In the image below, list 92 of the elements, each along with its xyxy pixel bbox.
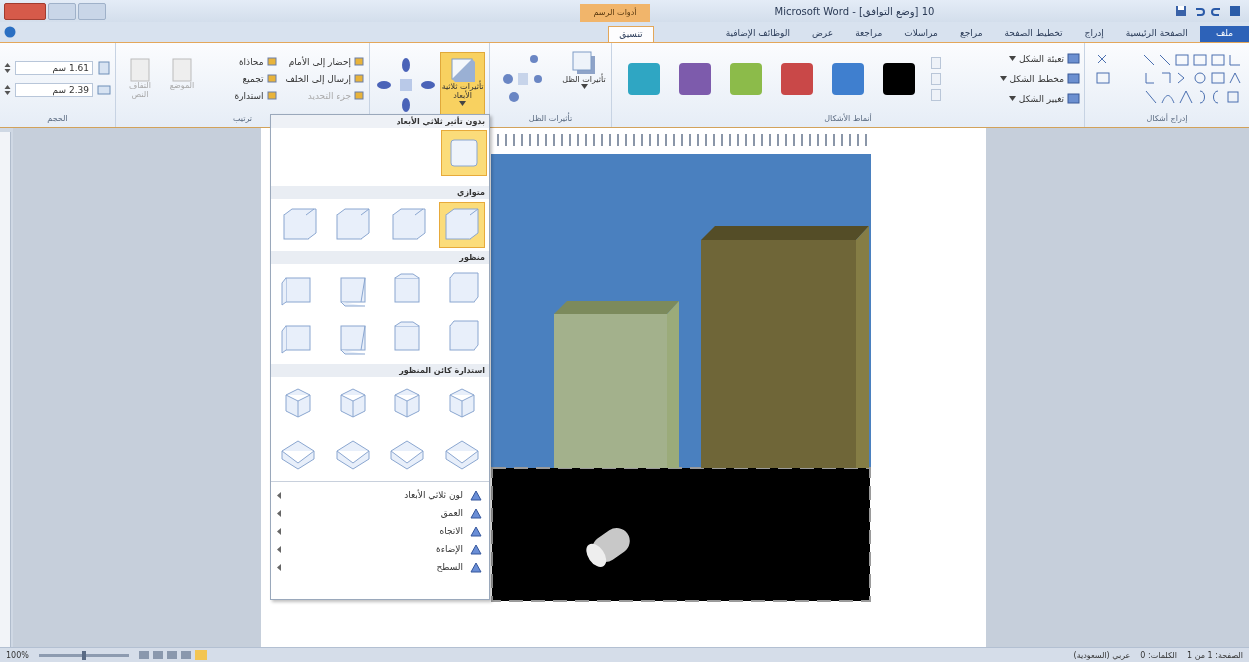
group-label: إدراج أشكال xyxy=(1145,114,1189,125)
menu-item[interactable]: لون ثلاثي الأبعاد xyxy=(271,486,489,504)
ribbon-tab[interactable]: تنسيق xyxy=(608,26,654,42)
gallery-section-heading: متوازي xyxy=(271,186,489,199)
gallery-scroll-buttons[interactable] xyxy=(931,56,941,101)
shape-icon xyxy=(1067,92,1080,105)
caret-icon xyxy=(459,100,467,106)
ribbon-command[interactable]: محاذاة xyxy=(234,56,278,67)
arrange-icon xyxy=(266,90,278,101)
page-icon xyxy=(129,57,151,82)
menu-item[interactable]: الإضاءة xyxy=(271,540,489,558)
flat-square-icon xyxy=(448,137,480,169)
status-text: الصفحة: 1 من 1 xyxy=(1187,650,1243,660)
ribbon-tab[interactable]: مراجعة xyxy=(845,26,893,42)
submenu-arrow-icon xyxy=(277,563,281,571)
spin-arrows-icon[interactable] xyxy=(4,61,11,74)
group-label: ترتيب xyxy=(231,114,254,125)
arrange-icon xyxy=(266,73,278,84)
undo-icon[interactable] xyxy=(1193,5,1205,17)
zoom-slider-thumb[interactable] xyxy=(81,650,86,660)
spin-arrows-icon[interactable] xyxy=(4,83,11,96)
triangle-icon xyxy=(469,542,483,556)
save-icon[interactable] xyxy=(1175,5,1187,17)
height-icon xyxy=(97,60,111,75)
minimize-button[interactable] xyxy=(78,2,106,20)
shape-style-swatch[interactable] xyxy=(781,62,813,95)
caret-icon xyxy=(999,76,1007,81)
redo-icon[interactable] xyxy=(1211,5,1223,17)
shape-style-swatch[interactable] xyxy=(628,62,660,95)
width-field[interactable]: 2.39 سم xyxy=(15,82,93,97)
submenu-arrow-icon xyxy=(277,491,281,499)
arrange-icon xyxy=(354,73,365,84)
triangle-icon xyxy=(469,524,483,538)
view-buttons-icon[interactable] xyxy=(138,650,209,660)
word-logo-icon xyxy=(1229,5,1241,17)
status-text: عربي (السعودية) xyxy=(1073,650,1131,660)
submenu-arrow-icon xyxy=(277,527,281,535)
gallery-section-heading: استدارة كائن المنظور xyxy=(271,364,489,377)
menu-item[interactable]: السطح xyxy=(271,558,489,576)
no-effect-option[interactable] xyxy=(441,130,487,176)
ribbon-tab[interactable]: ملف xyxy=(1199,26,1249,42)
group-label: أنماط الأشكال xyxy=(823,114,873,125)
triangle-icon xyxy=(469,506,483,520)
ribbon-tab[interactable]: الوظائف الإضافية xyxy=(715,26,800,42)
submenu-arrow-icon xyxy=(277,509,281,517)
menu-item[interactable]: الاتجاه xyxy=(271,522,489,540)
height-field[interactable]: 1.61 سم xyxy=(15,60,93,75)
maximize-button[interactable] xyxy=(48,2,76,20)
ribbon-command[interactable]: مخطط الشكل xyxy=(945,72,1080,85)
shape-style-swatch[interactable] xyxy=(832,62,864,95)
shape-style-swatch[interactable] xyxy=(679,62,711,95)
page-icon xyxy=(171,57,193,82)
arrange-icon xyxy=(266,56,278,67)
close-button[interactable] xyxy=(4,2,46,20)
shape-style-swatch[interactable] xyxy=(883,62,915,95)
help-icon[interactable] xyxy=(4,26,16,38)
gallery-section-heading: منظور xyxy=(271,251,489,264)
arrange-icon xyxy=(354,90,365,101)
caret-icon xyxy=(1008,56,1016,61)
menu-item[interactable]: العمق xyxy=(271,504,489,522)
triangle-icon xyxy=(469,488,483,502)
ribbon-command[interactable]: تعبئة الشكل xyxy=(945,52,1080,65)
triangle-icon xyxy=(469,560,483,574)
ribbon-command[interactable]: تغيير الشكل xyxy=(945,92,1080,105)
shadow-effects-button[interactable]: تأثيرات الظل xyxy=(561,45,607,112)
submenu-arrow-icon xyxy=(277,545,281,553)
ribbon-tab[interactable]: عرض xyxy=(801,26,844,42)
group-label: تأثيرات الظل xyxy=(527,114,574,125)
zoom-level[interactable]: 100% xyxy=(6,650,29,660)
ribbon-tab[interactable]: تخطيط الصفحة xyxy=(994,26,1073,42)
ribbon-command[interactable]: تجميع xyxy=(234,73,278,84)
group-label: الحجم xyxy=(46,114,69,125)
cube-effect-option[interactable] xyxy=(439,202,485,248)
window-title: 10 [وضع التوافق] - Microsoft Word xyxy=(774,5,935,17)
context-tab-header: أدوات الرسم xyxy=(580,4,650,22)
tilt-buttons-icon[interactable] xyxy=(374,55,437,115)
shape-icon xyxy=(1067,72,1080,85)
ribbon-command[interactable]: إحضار إلى الأمام xyxy=(285,56,365,67)
shape-icon xyxy=(1067,52,1080,65)
gallery-heading: بدون تأثير ثلاثي الأبعاد xyxy=(271,115,489,128)
ribbon-tab[interactable]: إدراج xyxy=(1074,26,1114,42)
arrange-icon xyxy=(354,56,365,67)
ribbon-tab[interactable]: الصفحة الرئيسية xyxy=(1115,26,1198,42)
status-text: الكلمات: 0 xyxy=(1140,650,1177,660)
shape-style-swatch[interactable] xyxy=(730,62,762,95)
width-icon xyxy=(97,82,111,97)
ribbon-command[interactable]: استدارة xyxy=(234,90,278,101)
ribbon-command[interactable]: إرسال إلى الخلف xyxy=(285,73,365,84)
ribbon-tab[interactable]: مراسلات xyxy=(894,26,948,42)
ribbon-tab[interactable]: مراجع xyxy=(949,26,993,42)
caret-icon xyxy=(1008,96,1016,101)
caret-icon xyxy=(580,84,588,90)
